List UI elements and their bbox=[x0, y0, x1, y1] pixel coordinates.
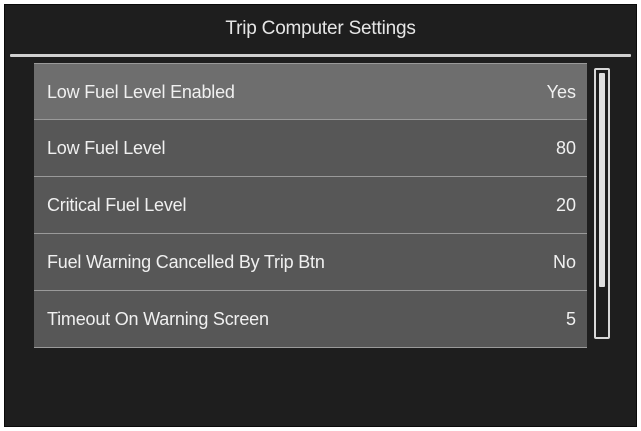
setting-row-critical-fuel-level[interactable]: Critical Fuel Level 20 bbox=[34, 177, 587, 234]
setting-value: 20 bbox=[555, 195, 576, 215]
setting-row-timeout-on-warning-screen[interactable]: Timeout On Warning Screen 5 bbox=[34, 291, 587, 348]
setting-label: Low Fuel Level bbox=[47, 138, 166, 158]
settings-list: Low Fuel Level Enabled Yes Low Fuel Leve… bbox=[34, 63, 587, 348]
setting-label: Low Fuel Level Enabled bbox=[47, 82, 235, 102]
setting-value: Yes bbox=[546, 82, 576, 102]
setting-label: Timeout On Warning Screen bbox=[47, 309, 269, 329]
setting-value: 80 bbox=[555, 138, 576, 158]
setting-label: Critical Fuel Level bbox=[47, 195, 187, 215]
title-divider bbox=[10, 54, 631, 57]
setting-value: No bbox=[552, 252, 576, 272]
setting-label: Fuel Warning Cancelled By Trip Btn bbox=[47, 252, 325, 272]
setting-row-fuel-warning-cancelled[interactable]: Fuel Warning Cancelled By Trip Btn No bbox=[34, 234, 587, 291]
setting-row-low-fuel-level[interactable]: Low Fuel Level 80 bbox=[34, 120, 587, 177]
setting-value: 5 bbox=[565, 309, 576, 329]
scrollbar-thumb[interactable] bbox=[599, 73, 605, 287]
setting-row-low-fuel-level-enabled[interactable]: Low Fuel Level Enabled Yes bbox=[34, 63, 587, 120]
page-title: Trip Computer Settings bbox=[225, 18, 416, 39]
trip-computer-screen: Trip Computer Settings Low Fuel Level En… bbox=[4, 4, 637, 427]
scrollbar[interactable] bbox=[594, 68, 610, 339]
